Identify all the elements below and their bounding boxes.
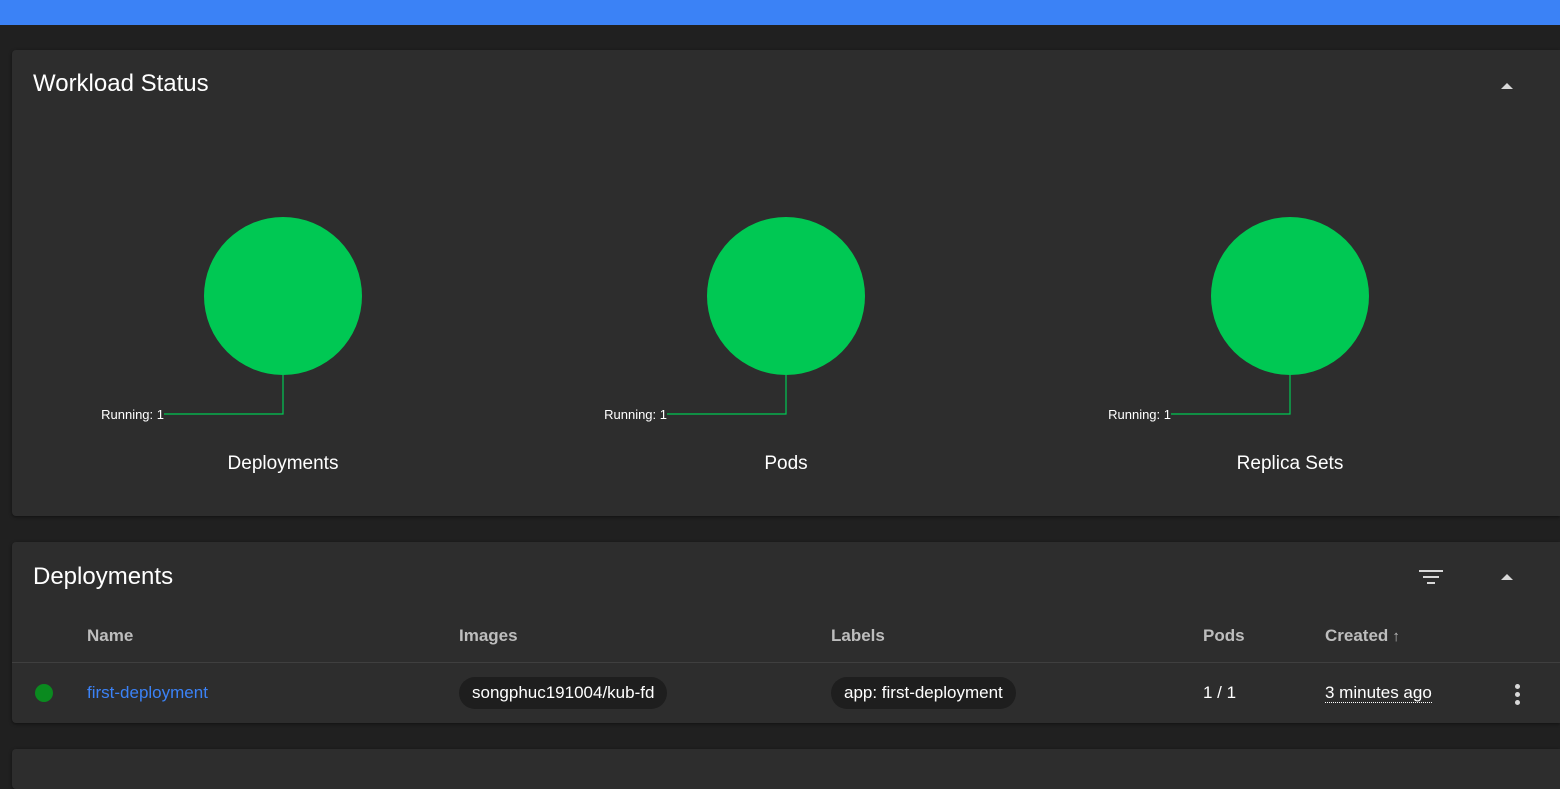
pods-pie xyxy=(707,217,865,375)
filter-icon[interactable] xyxy=(1419,570,1443,588)
deployments-running-legend: Running: 1 xyxy=(101,407,164,422)
created-header-label: Created xyxy=(1325,626,1389,645)
header-divider xyxy=(12,662,1560,663)
workload-status-card: Workload Status Running: 1 Running: 1 Ru… xyxy=(12,50,1560,516)
sort-ascending-icon[interactable]: ↑ xyxy=(1392,628,1400,645)
label-chip: app: first-deployment xyxy=(831,677,1016,709)
pods-chart: Running: 1 xyxy=(604,217,865,422)
column-header-images: Images xyxy=(459,626,518,645)
column-header-pods: Pods xyxy=(1203,626,1245,645)
deployments-card: Deployments Name Images Labels Pods Crea… xyxy=(12,542,1560,723)
pods-leader-line xyxy=(667,375,787,415)
collapse-deployments-icon[interactable] xyxy=(1501,574,1513,580)
deployments-pie xyxy=(204,217,362,375)
column-header-created[interactable]: Created ↑ xyxy=(1325,626,1400,646)
pods-count: 1 / 1 xyxy=(1203,683,1237,702)
replica-sets-chart: Running: 1 xyxy=(1108,217,1369,422)
replica-sets-chart-label: Replica Sets xyxy=(1236,453,1344,474)
top-toolbar xyxy=(0,0,1560,25)
created-time-text: 3 minutes ago xyxy=(1325,683,1432,703)
row-actions-menu-icon[interactable] xyxy=(1512,684,1522,708)
deployment-name-link[interactable]: first-deployment xyxy=(87,683,208,703)
next-card xyxy=(12,749,1560,789)
replica-sets-leader-line xyxy=(1171,375,1291,415)
status-running-icon xyxy=(35,684,53,702)
replica-sets-running-legend: Running: 1 xyxy=(1108,407,1171,422)
column-header-labels: Labels xyxy=(831,626,885,645)
deployments-chart: Running: 1 xyxy=(101,217,362,422)
pods-running-legend: Running: 1 xyxy=(604,407,667,422)
column-header-name[interactable]: Name xyxy=(87,626,133,646)
created-time: 3 minutes ago xyxy=(1325,683,1432,703)
workload-charts: Running: 1 Running: 1 Running: 1 xyxy=(101,217,1369,422)
deployments-chart-label: Deployments xyxy=(227,453,339,474)
deployments-leader-line xyxy=(164,375,284,415)
deployments-title: Deployments xyxy=(33,563,174,590)
replica-sets-pie xyxy=(1211,217,1369,375)
image-chip: songphuc191004/kub-fd xyxy=(459,677,668,709)
pods-chart-label: Pods xyxy=(764,453,808,474)
